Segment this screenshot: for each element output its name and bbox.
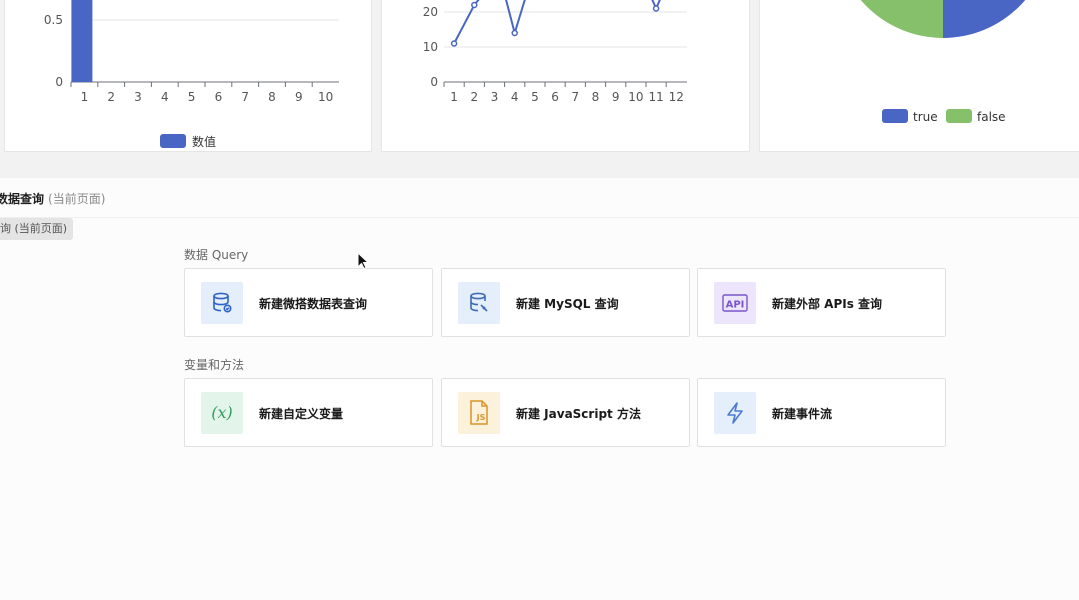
bar-legend-label: 数值 (192, 134, 216, 149)
bar-x-tick-label: 9 (295, 90, 303, 104)
line-x-tick-label: 7 (571, 90, 579, 104)
bar-x-tick-label: 7 (241, 90, 249, 104)
database-icon (201, 282, 243, 324)
line-point (652, 5, 660, 12)
pie-legend-label-false: false (977, 110, 1006, 124)
line-chart: 20 10 0 1 2 3 4 5 6 7 8 9 10 11 12 (423, 0, 687, 104)
line-x-tick-label: 10 (628, 90, 643, 104)
bar-mark (71, 0, 93, 82)
bar-chart: 0.5 0 1 2 3 4 5 6 7 8 9 10 数值 (44, 0, 339, 149)
bar-x-tick-label: 3 (134, 90, 142, 104)
section-label-data-query: 数据 Query (184, 248, 249, 262)
card-label: 新建自定义变量 (259, 407, 344, 421)
bar-legend-swatch (160, 134, 186, 148)
pie-slice-true (943, 0, 1026, 38)
line-x-tick-label: 5 (531, 90, 539, 104)
line-x-tick-label: 12 (669, 90, 684, 104)
line-x-tick-label: 8 (592, 90, 600, 104)
bar-x-tick-label: 5 (188, 90, 196, 104)
bar-x-tick-label: 6 (215, 90, 223, 104)
new-javascript-method-card[interactable]: JS 新建 JavaScript 方法 (441, 378, 690, 447)
pie-slice-false (860, 0, 943, 38)
line-y-tick: 0 (430, 75, 438, 89)
new-mysql-query-card[interactable]: 新建 MySQL 查询 (441, 268, 690, 337)
svg-text:API: API (726, 300, 745, 311)
chart-strip: 0.5 0 1 2 3 4 5 6 7 8 9 10 数值 20 10 0 1 2 3 4 5 6 7 8 9 10… (0, 0, 1079, 178)
card-label: 新建 JavaScript 方法 (516, 407, 641, 421)
new-external-api-query-card[interactable]: API 新建外部 APIs 查询 (697, 268, 946, 337)
card-label: 新建微搭数据表查询 (259, 297, 368, 311)
variable-icon: (x) (201, 392, 243, 434)
line-x-tick-label: 3 (491, 90, 499, 104)
line-x-tick-label: 9 (612, 90, 620, 104)
bar-y-tick: 0 (55, 75, 63, 89)
line-x-tick-label: 1 (450, 90, 458, 104)
line-point (511, 29, 518, 37)
pie-chart-panel: true false (759, 0, 1079, 152)
line-y-tick: 10 (423, 40, 438, 54)
data-query-title: 数据查询 (当前页面) (0, 192, 106, 206)
svg-text:JS: JS (476, 413, 486, 422)
line-x-tick-label: 2 (470, 90, 478, 104)
line-x-tick-label: 4 (511, 90, 519, 104)
pie-legend-label-true: true (913, 110, 938, 124)
line-chart-panel: 20 10 0 1 2 3 4 5 6 7 8 9 10 11 12 (381, 0, 750, 152)
line-x-tick-label: 6 (551, 90, 559, 104)
bar-x-tick-label: 2 (107, 90, 115, 104)
bar-x-tick-label: 10 (318, 90, 333, 104)
section-label-variables-methods: 变量和方法 (184, 358, 245, 372)
pie-legend-swatch-false (946, 109, 972, 123)
tooltip: 询 (当前页面) (0, 218, 74, 240)
card-label: 新建 MySQL 查询 (516, 297, 619, 311)
line-point (450, 40, 458, 47)
bar-y-tick: 0.5 (44, 13, 63, 27)
data-query-header[interactable]: 数据查询 (当前页面) (0, 178, 1079, 218)
line-y-tick: 20 (423, 5, 438, 19)
bar-x-tick-label: 1 (81, 90, 89, 104)
new-weda-table-query-card[interactable]: 新建微搭数据表查询 (184, 268, 433, 337)
bar-x-tick-label: 4 (161, 90, 169, 104)
api-icon: API (714, 282, 756, 324)
new-event-flow-card[interactable]: 新建事件流 (697, 378, 946, 447)
card-label: 新建事件流 (772, 407, 833, 421)
bar-x-tick-label: 8 (268, 90, 276, 104)
data-query-subtitle: (当前页面) (48, 192, 106, 206)
line-x-tick-label: 11 (648, 90, 663, 104)
pie-chart: true false (860, 0, 1026, 124)
app-root: 0.5 0 1 2 3 4 5 6 7 8 9 10 数值 20 10 0 1 2 3 4 5 6 7 8 9 10… (0, 0, 1079, 600)
line-point (471, 1, 478, 9)
svg-text:(x): (x) (211, 403, 233, 422)
bar-chart-panel: 0.5 0 1 2 3 4 5 6 7 8 9 10 数值 (4, 0, 372, 152)
new-custom-variable-card[interactable]: (x) 新建自定义变量 (184, 378, 433, 447)
line-series (453, 0, 526, 44)
mouse-cursor-icon (357, 252, 369, 270)
javascript-icon: JS (458, 392, 500, 434)
pie-legend-swatch-true (882, 109, 908, 123)
lightning-icon (714, 392, 756, 434)
card-label: 新建外部 APIs 查询 (772, 297, 883, 311)
mysql-icon (458, 282, 500, 324)
